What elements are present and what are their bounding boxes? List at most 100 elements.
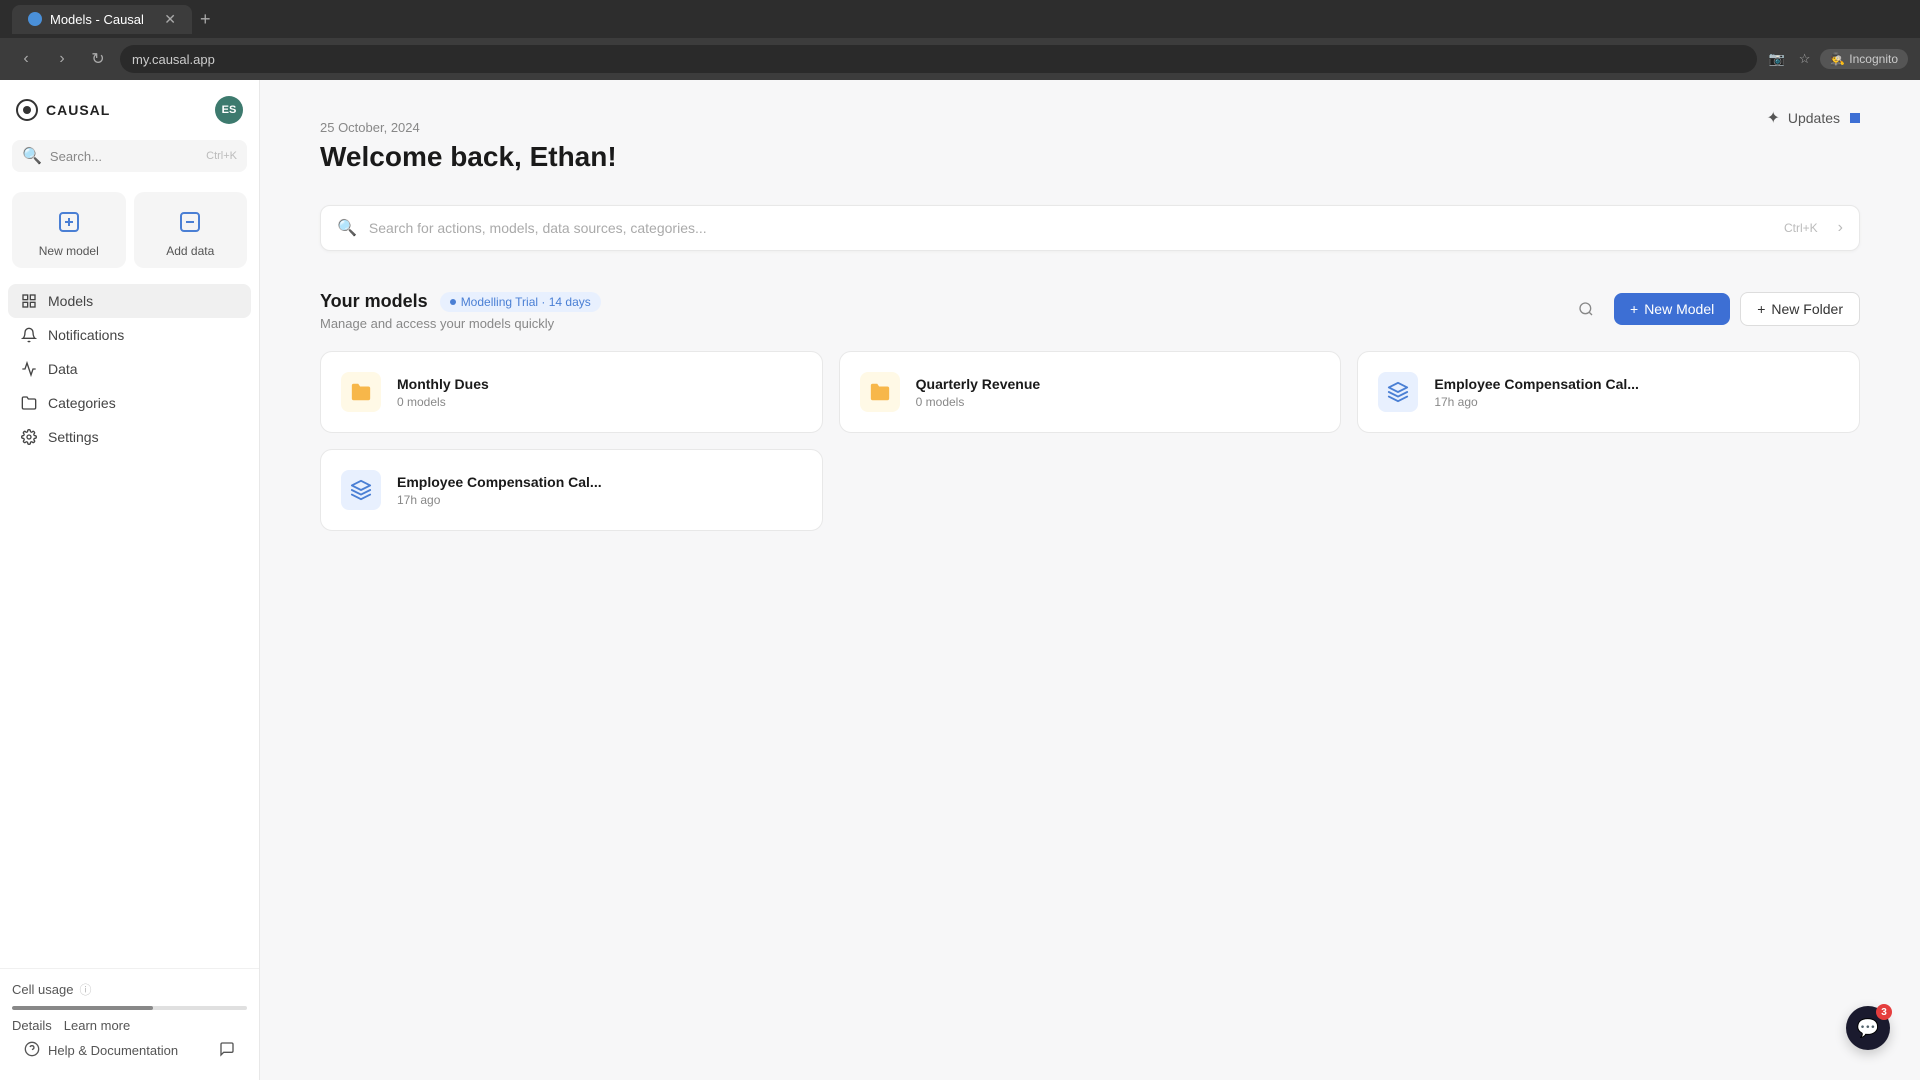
- avatar[interactable]: ES: [215, 96, 243, 124]
- browser-nav: ‹ › ↻ 📷 ☆ 🕵 Incognito: [0, 38, 1920, 80]
- new-model-shortcut[interactable]: New model: [12, 192, 126, 268]
- camera-off-button[interactable]: 📷: [1765, 47, 1789, 71]
- new-model-plus-icon: +: [1630, 301, 1638, 317]
- new-model-shortcut-icon: [53, 206, 85, 238]
- sidebar-search[interactable]: 🔍 Search... Ctrl+K: [12, 140, 247, 172]
- section-header: Your models Modelling Trial · 14 days Ma…: [320, 291, 1860, 331]
- new-model-shortcut-label: New model: [39, 244, 99, 258]
- chat-badge: 3: [1876, 1004, 1892, 1020]
- global-search-bar[interactable]: 🔍 Search for actions, models, data sourc…: [320, 205, 1860, 251]
- browser-chrome: Models - Causal ✕ + ‹ › ↻ 📷 ☆ 🕵 Incognit…: [0, 0, 1920, 80]
- quarterly-revenue-meta: 0 models: [916, 395, 1321, 409]
- sidebar-header: CAUSAL ES: [0, 80, 259, 132]
- reload-button[interactable]: ↻: [84, 45, 112, 73]
- cell-usage-fill: [12, 1006, 153, 1010]
- incognito-badge: 🕵 Incognito: [1820, 49, 1908, 69]
- app-wrapper: CAUSAL ES 🔍 Search... Ctrl+K New model: [0, 80, 1920, 1080]
- models-icon: [20, 292, 38, 310]
- sidebar-item-data[interactable]: Data: [8, 352, 251, 386]
- help-icon: [24, 1041, 40, 1060]
- sidebar-shortcuts: New model Add data: [0, 180, 259, 276]
- models-label: Models: [48, 293, 93, 309]
- updates-label: Updates: [1788, 110, 1840, 126]
- chat-bubble[interactable]: 💬 3: [1846, 1006, 1890, 1050]
- updates-button[interactable]: ✦ Updates: [1766, 108, 1860, 128]
- model-card-employee-comp-1[interactable]: Employee Compensation Cal... 17h ago: [1357, 351, 1860, 433]
- notifications-icon: [20, 326, 38, 344]
- new-tab-button[interactable]: +: [200, 9, 211, 30]
- trial-badge: Modelling Trial · 14 days: [440, 292, 601, 312]
- model-card-employee-comp-2[interactable]: Employee Compensation Cal... 17h ago: [320, 449, 823, 531]
- page-title: Welcome back, Ethan!: [320, 141, 1860, 173]
- sidebar: CAUSAL ES 🔍 Search... Ctrl+K New model: [0, 80, 260, 1080]
- new-folder-button[interactable]: + New Folder: [1740, 292, 1860, 326]
- cell-usage-actions: Details Learn more: [12, 1018, 247, 1033]
- model-card-quarterly-revenue[interactable]: Quarterly Revenue 0 models: [839, 351, 1342, 433]
- sidebar-item-settings[interactable]: Settings: [8, 420, 251, 454]
- help-label: Help & Documentation: [48, 1043, 178, 1058]
- monthly-dues-meta: 0 models: [397, 395, 802, 409]
- categories-label: Categories: [48, 395, 116, 411]
- search-bar-icon: 🔍: [337, 218, 357, 238]
- bookmark-button[interactable]: ☆: [1795, 47, 1815, 71]
- help-documentation[interactable]: Help & Documentation: [12, 1033, 247, 1068]
- tab-close-button[interactable]: ✕: [164, 11, 176, 28]
- monthly-dues-info: Monthly Dues 0 models: [397, 376, 802, 409]
- forward-button[interactable]: ›: [48, 45, 76, 73]
- sidebar-item-models[interactable]: Models: [8, 284, 251, 318]
- search-placeholder: Search...: [50, 149, 198, 164]
- tab-favicon: [28, 12, 42, 26]
- new-model-button[interactable]: + New Model: [1614, 293, 1730, 325]
- chat-icon: 💬: [1857, 1018, 1879, 1039]
- monthly-dues-icon: [341, 372, 381, 412]
- search-icon: 🔍: [22, 146, 42, 166]
- logo-text: CAUSAL: [46, 102, 110, 118]
- learn-more-link[interactable]: Learn more: [64, 1018, 130, 1033]
- search-models-button[interactable]: [1568, 291, 1604, 327]
- updates-dot: [1850, 113, 1860, 123]
- browser-tab[interactable]: Models - Causal ✕: [12, 5, 192, 34]
- model-card-monthly-dues[interactable]: Monthly Dues 0 models: [320, 351, 823, 433]
- monthly-dues-name: Monthly Dues: [397, 376, 802, 392]
- chat-icon: [219, 1041, 235, 1060]
- logo-dot: [23, 106, 31, 114]
- employee-comp-2-icon: [341, 470, 381, 510]
- new-folder-button-label: New Folder: [1771, 301, 1843, 317]
- new-model-button-label: New Model: [1644, 301, 1714, 317]
- main-content: ✦ Updates 25 October, 2024 Welcome back,…: [260, 80, 1920, 1080]
- nav-actions: 📷 ☆ 🕵 Incognito: [1765, 47, 1909, 71]
- updates-plus-icon: ✦: [1766, 108, 1779, 128]
- details-link[interactable]: Details: [12, 1018, 52, 1033]
- search-bar-arrow: ›: [1838, 219, 1843, 237]
- page-date: 25 October, 2024: [320, 120, 1860, 135]
- add-data-shortcut[interactable]: Add data: [134, 192, 248, 268]
- browser-titlebar: Models - Causal ✕ +: [0, 0, 1920, 38]
- search-bar-shortcut: Ctrl+K: [1784, 221, 1818, 235]
- address-bar[interactable]: [120, 45, 1757, 73]
- models-section: Your models Modelling Trial · 14 days Ma…: [320, 291, 1860, 531]
- back-button[interactable]: ‹: [12, 45, 40, 73]
- incognito-label: Incognito: [1849, 52, 1898, 66]
- settings-icon: [20, 428, 38, 446]
- data-icon: [20, 360, 38, 378]
- new-folder-plus-icon: +: [1757, 301, 1765, 317]
- notifications-label: Notifications: [48, 327, 124, 343]
- trial-dot: [450, 299, 456, 305]
- cell-usage-bar: [12, 1006, 247, 1010]
- settings-label: Settings: [48, 429, 99, 445]
- section-title-text: Your models: [320, 291, 428, 312]
- sidebar-logo: CAUSAL: [16, 99, 110, 121]
- employee-comp-2-meta: 17h ago: [397, 493, 802, 507]
- add-data-shortcut-icon: [174, 206, 206, 238]
- sidebar-item-categories[interactable]: Categories: [8, 386, 251, 420]
- add-data-shortcut-label: Add data: [166, 244, 214, 258]
- cell-usage-header: Cell usage ⓘ: [12, 981, 247, 998]
- employee-comp-1-name: Employee Compensation Cal...: [1434, 376, 1839, 392]
- section-title: Your models Modelling Trial · 14 days: [320, 291, 601, 312]
- section-subtitle: Manage and access your models quickly: [320, 316, 601, 331]
- cell-usage-label: Cell usage: [12, 982, 73, 997]
- trial-badge-text: Modelling Trial · 14 days: [461, 295, 591, 309]
- section-title-group: Your models Modelling Trial · 14 days Ma…: [320, 291, 601, 331]
- sidebar-item-notifications[interactable]: Notifications: [8, 318, 251, 352]
- categories-icon: [20, 394, 38, 412]
